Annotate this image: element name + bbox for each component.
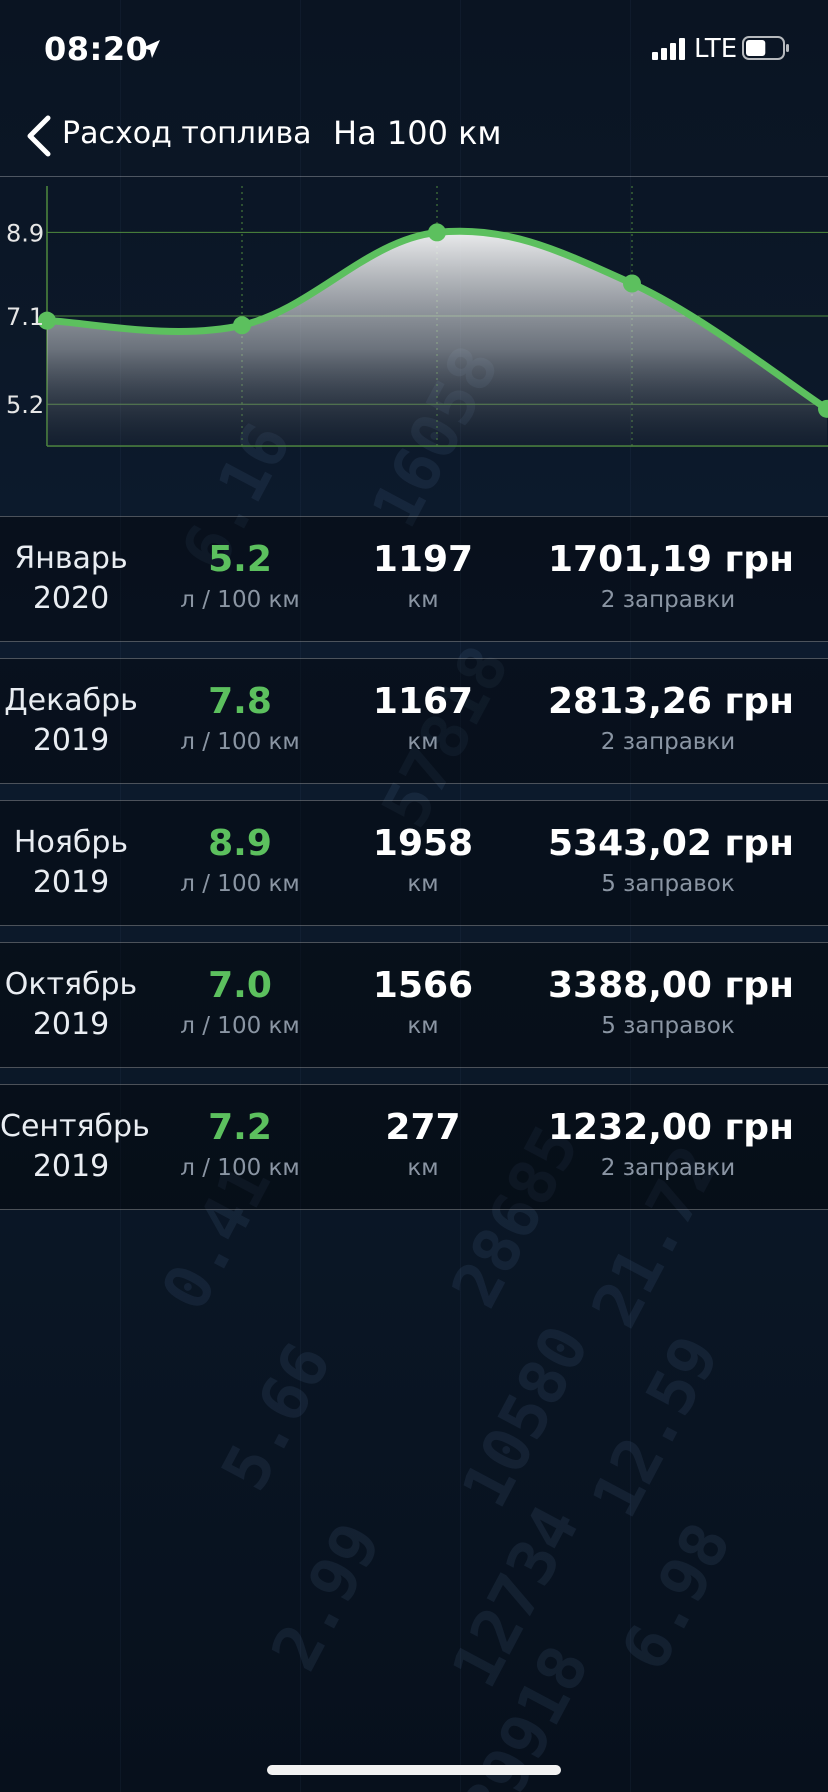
month-year: 2020 [32,581,110,616]
month-year: 2019 [32,723,110,758]
month-name: Январь [14,541,128,576]
chart-data-point[interactable] [233,316,251,335]
cost-value: 2813,26 грн [548,681,794,722]
chevron-left-icon[interactable] [22,112,54,160]
status-time: 08:20 [44,30,149,68]
consumption-unit: л / 100 км [180,1013,300,1039]
chart-area-fill [47,231,827,446]
chart-y-tick-label: 8.9 [6,219,44,247]
refuel-count: 2 заправки [600,587,736,613]
location-arrow-icon [142,40,160,58]
chart-y-tick-label: 5.2 [6,391,44,419]
month-label: Сентябрь 2019 [0,1107,150,1187]
cost-value: 3388,00 грн [548,965,794,1006]
chart-data-point[interactable] [623,274,641,293]
back-button[interactable]: Расход топлива [62,116,312,151]
home-indicator[interactable] [267,1765,561,1775]
consumption-value: 7.0 [208,965,272,1006]
distance-value: 1566 [372,965,474,1006]
navigation-bar: Расход топлива На 100 км [0,100,828,176]
chart-data-point[interactable] [428,223,446,242]
cellular-signal-icon [652,38,685,60]
consumption-value: 8.9 [208,823,272,864]
refuel-count: 5 заправок [601,871,735,897]
cost-value: 5343,02 грн [548,823,794,864]
month-name: Декабрь [4,683,138,718]
page-title: На 100 км [333,114,502,152]
distance-unit: км [407,729,439,755]
distance-value: 1958 [372,823,474,864]
month-label: Ноябрь 2019 [0,823,142,903]
month-row[interactable]: Январь 2020 5.2 л / 100 км 1197 км 1701,… [0,516,828,642]
month-label: Декабрь 2019 [0,681,142,761]
month-name: Октябрь [4,967,138,1002]
distance-unit: км [407,1013,439,1039]
refuel-count: 5 заправок [601,1013,735,1039]
distance-value: 1167 [372,681,474,722]
cost-value: 1232,00 грн [548,1107,794,1148]
distance-unit: км [407,1155,439,1181]
month-year: 2019 [32,865,110,900]
month-name: Ноябрь [13,825,129,860]
consumption-unit: л / 100 км [180,587,300,613]
month-row[interactable]: Декабрь 2019 7.8 л / 100 км 1167 км 2813… [0,658,828,784]
monthly-stats-table: Январь 2020 5.2 л / 100 км 1197 км 1701,… [0,516,828,1226]
status-bar: 08:20 LTE [0,0,828,100]
distance-unit: км [407,871,439,897]
consumption-value: 5.2 [208,539,272,580]
distance-value: 277 [385,1107,461,1148]
consumption-unit: л / 100 км [180,729,300,755]
month-name: Сентябрь [0,1109,150,1144]
month-year: 2019 [32,1007,110,1042]
battery-icon [742,36,789,60]
consumption-unit: л / 100 км [180,871,300,897]
nav-divider [0,176,828,177]
consumption-value: 7.8 [208,681,272,722]
cost-value: 1701,19 грн [548,539,794,580]
chart-y-tick-label: 7.1 [6,303,44,331]
refuel-count: 2 заправки [600,1155,736,1181]
distance-value: 1197 [372,539,474,580]
month-row[interactable]: Сентябрь 2019 7.2 л / 100 км 277 км 1232… [0,1084,828,1210]
network-type: LTE [694,34,738,64]
refuel-count: 2 заправки [600,729,736,755]
month-label: Январь 2020 [0,539,142,619]
month-year: 2019 [32,1149,110,1184]
month-label: Октябрь 2019 [0,965,142,1045]
consumption-value: 7.2 [208,1107,272,1148]
month-row[interactable]: Ноябрь 2019 8.9 л / 100 км 1958 км 5343,… [0,800,828,926]
distance-unit: км [407,587,439,613]
consumption-unit: л / 100 км [180,1155,300,1181]
month-row[interactable]: Октябрь 2019 7.0 л / 100 км 1566 км 3388… [0,942,828,1068]
consumption-line-chart: 8.9 7.1 5.2 [6,186,828,447]
